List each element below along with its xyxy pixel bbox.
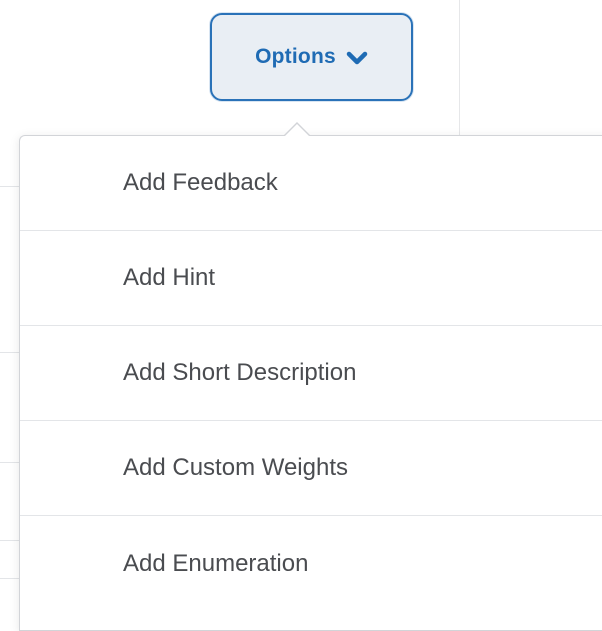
background-divider [0, 578, 20, 579]
background-divider [0, 540, 20, 541]
menu-item-add-custom-weights[interactable]: Add Custom Weights [20, 421, 602, 516]
background-divider [459, 0, 460, 140]
options-dropdown-menu: Add Feedback Add Hint Add Short Descript… [19, 135, 602, 631]
menu-item-add-hint[interactable]: Add Hint [20, 231, 602, 326]
menu-item-add-enumeration[interactable]: Add Enumeration [20, 516, 602, 611]
options-button-label: Options [255, 45, 336, 68]
chevron-down-icon [346, 51, 368, 67]
options-button[interactable]: Options [210, 13, 413, 101]
background-divider [0, 462, 20, 463]
menu-list: Add Feedback Add Hint Add Short Descript… [20, 136, 602, 611]
background-divider [0, 186, 20, 187]
menu-item-add-feedback[interactable]: Add Feedback [20, 136, 602, 231]
page: Options Add Feedback Add Hint Add Short … [0, 0, 602, 631]
background-divider [0, 352, 20, 353]
menu-item-add-short-description[interactable]: Add Short Description [20, 326, 602, 421]
